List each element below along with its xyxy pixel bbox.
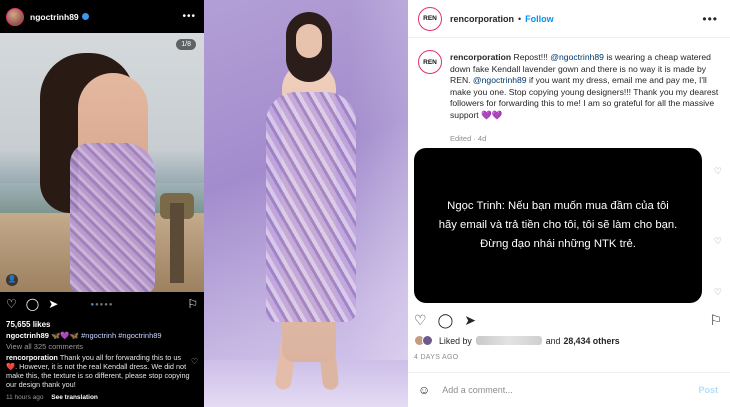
post-date: 4 DAYS AGO	[414, 354, 459, 361]
caption-username[interactable]: rencorporation	[450, 52, 511, 62]
caption-ren-avatar[interactable]: REN	[418, 50, 442, 74]
carousel-dots: ●●●●●	[90, 302, 114, 308]
like-heart-icon[interactable]: ♡	[414, 312, 427, 329]
right-post-username[interactable]: rencorporation	[450, 14, 514, 24]
view-all-comments-link[interactable]: View all 325 comments	[6, 342, 83, 351]
comment-like-heart-icon[interactable]: ♡	[714, 287, 722, 298]
follow-button[interactable]: Follow	[525, 14, 554, 24]
post-comment-button[interactable]: Post	[698, 385, 718, 395]
photo-floor	[204, 360, 408, 407]
liked-by-label: Liked by	[439, 335, 472, 346]
ren-logo-avatar[interactable]: REN	[418, 6, 442, 31]
edited-timestamp: Edited · 4d	[450, 134, 487, 143]
and-label: and	[545, 335, 561, 346]
more-options-icon[interactable]: •••	[702, 12, 718, 26]
blurred-username	[475, 336, 542, 345]
liked-by-line: Liked by and 28,434 others	[414, 335, 620, 346]
translation-text: Ngọc Trinh: Nếu bạn muốn mua đầm của tôi…	[439, 197, 678, 254]
comment-like-heart-icon[interactable]: ♡	[191, 357, 198, 366]
left-caption-emojis: 🦋💜🦋	[51, 331, 80, 340]
comment-like-heart-icon[interactable]: ♡	[714, 166, 722, 177]
kendall-reference-photo[interactable]	[204, 0, 408, 407]
mention-ngoctrinh-2[interactable]: @ngoctrinh89	[473, 75, 527, 85]
see-translation-link[interactable]: See translation	[51, 394, 98, 401]
more-options-icon[interactable]: •••	[182, 11, 196, 22]
left-post-username[interactable]: ngoctrinh89	[30, 12, 79, 22]
user-tag-icon[interactable]: 👤	[6, 274, 18, 286]
lavender-dress	[70, 143, 155, 292]
mention-ngoctrinh-1[interactable]: @ngoctrinh89	[550, 52, 604, 62]
translation-overlay-box: Ngọc Trinh: Nếu bạn muốn mua đầm của tôi…	[414, 148, 702, 303]
left-comment: rencorporation Thank you all for forward…	[6, 353, 192, 389]
left-caption-username[interactable]: ngoctrinh89	[6, 331, 49, 340]
translation-line-1: Ngọc Trinh: Nếu bạn muốn mua đầm của tôi	[447, 200, 669, 212]
left-owner-caption: ngoctrinh89 🦋💜🦋 #ngoctrinh #ngoctrinh89	[6, 331, 162, 340]
translation-line-3: Đừng đạo nhái những NTK trẻ.	[480, 238, 636, 250]
verified-badge-icon	[81, 13, 89, 20]
left-likes-count[interactable]: 75,655 likes	[6, 320, 50, 329]
lavender-gown	[266, 92, 356, 322]
left-caption-hashtags[interactable]: #ngoctrinh #ngoctrinh89	[81, 331, 161, 340]
comment-like-heart-icon[interactable]: ♡	[714, 236, 722, 247]
carousel-counter: 1/8	[176, 39, 196, 50]
left-post-photo[interactable]: 1/8 👤	[0, 33, 204, 292]
bookmark-icon[interactable]: ⚐	[709, 312, 722, 329]
comment-username[interactable]: rencorporation	[6, 353, 58, 362]
translation-line-2: hãy email và trả tiền cho tôi, tôi sẽ là…	[438, 219, 678, 231]
right-instagram-post: REN rencorporation • Follow ••• REN renc…	[408, 0, 730, 407]
ngoctrinh-avatar[interactable]	[6, 7, 24, 26]
emoji-smiley-icon[interactable]: ☺	[418, 383, 430, 397]
right-post-actions: ♡ ◯ ➤ ⚐	[414, 310, 724, 330]
add-comment-input[interactable]	[442, 385, 663, 395]
right-caption: rencorporation Repost!!! @ngoctrinh89 is…	[450, 52, 722, 122]
share-paper-plane-icon[interactable]: ➤	[464, 312, 476, 329]
separator-dot: •	[518, 13, 522, 24]
caption-text-1: Repost!!!	[511, 52, 551, 62]
add-comment-bar: ☺ Post	[408, 372, 730, 407]
palm-trunk	[170, 203, 184, 283]
left-time-ago: 11 hours ago	[6, 394, 44, 401]
liker-avatar[interactable]	[422, 335, 433, 346]
photo-wall-shade	[348, 0, 408, 407]
comment-icon[interactable]: ◯	[438, 312, 454, 329]
left-post-header: ngoctrinh89 •••	[0, 0, 204, 33]
others-likes-count[interactable]: 28,434 others	[563, 336, 619, 346]
right-post-header: REN rencorporation • Follow •••	[408, 0, 730, 38]
left-instagram-post: ngoctrinh89 ••• 1/8 👤 ♡ ◯ ➤ ⚐ ●●●●● 75,6…	[0, 0, 204, 407]
left-timestamp: 11 hours ago See translation	[6, 394, 98, 401]
model-face	[296, 24, 322, 58]
